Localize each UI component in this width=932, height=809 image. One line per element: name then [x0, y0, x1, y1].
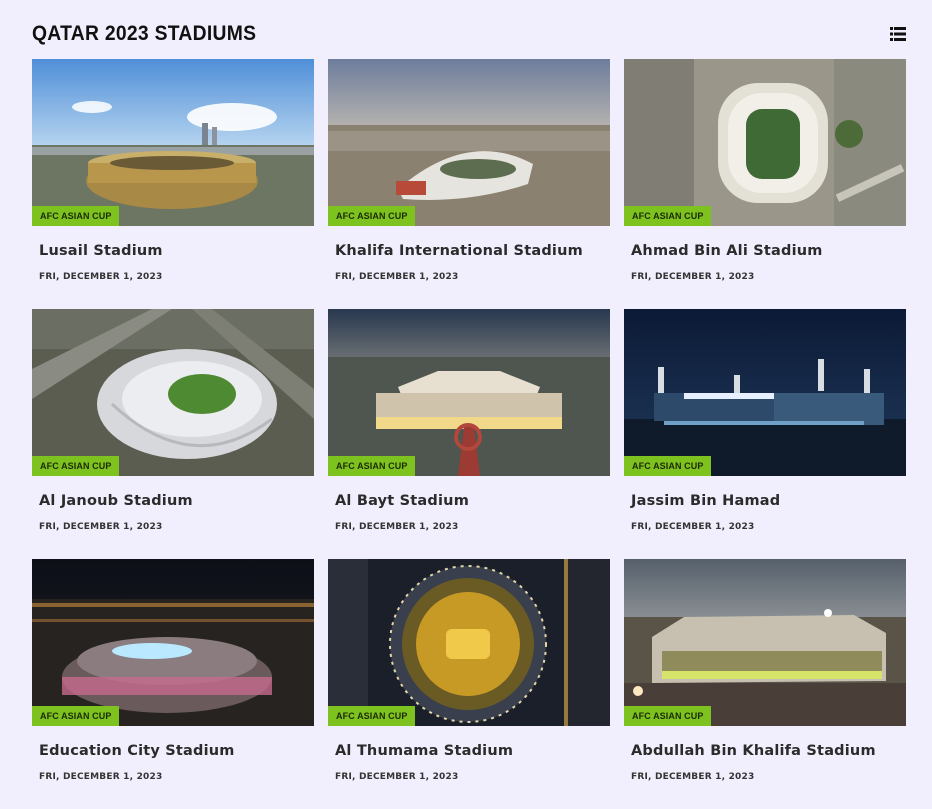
post-date: FRI, DECEMBER 1, 2023	[39, 272, 163, 282]
stadium-card[interactable]: AFC ASIAN CUP Education City Stadium FRI…	[32, 559, 314, 809]
category-tag[interactable]: AFC ASIAN CUP	[32, 206, 120, 226]
stadium-name[interactable]: Al Bayt Stadium	[335, 493, 610, 509]
page-title: QATAR 2023 STADIUMS	[32, 22, 257, 45]
stadium-name[interactable]: Abdullah Bin Khalifa Stadium	[631, 743, 906, 759]
post-date: FRI, DECEMBER 1, 2023	[39, 522, 163, 532]
post-date: FRI, DECEMBER 1, 2023	[335, 272, 459, 282]
list-view-icon[interactable]	[890, 27, 906, 41]
stadium-card[interactable]: AFC ASIAN CUP Lusail Stadium FRI, DECEMB…	[32, 59, 314, 309]
stadium-card[interactable]: AFC ASIAN CUP Khalifa International Stad…	[328, 59, 610, 309]
stadium-card[interactable]: AFC ASIAN CUP Jassim Bin Hamad FRI, DECE…	[624, 309, 906, 559]
category-tag[interactable]: AFC ASIAN CUP	[328, 206, 416, 226]
stadium-card[interactable]: AFC ASIAN CUP Abdullah Bin Khalifa Stadi…	[624, 559, 906, 809]
post-date: FRI, DECEMBER 1, 2023	[39, 772, 163, 782]
stadium-photo	[624, 309, 906, 476]
stadium-name[interactable]: Ahmad Bin Ali Stadium	[631, 243, 906, 259]
category-tag[interactable]: AFC ASIAN CUP	[328, 456, 416, 476]
post-date: FRI, DECEMBER 1, 2023	[335, 522, 459, 532]
stadium-name[interactable]: Al Thumama Stadium	[335, 743, 610, 759]
post-date: FRI, DECEMBER 1, 2023	[631, 522, 755, 532]
page-header: QATAR 2023 STADIUMS	[32, 20, 906, 48]
stadium-photo	[624, 59, 906, 226]
category-tag[interactable]: AFC ASIAN CUP	[624, 456, 712, 476]
category-tag[interactable]: AFC ASIAN CUP	[624, 706, 712, 726]
post-date: FRI, DECEMBER 1, 2023	[631, 772, 755, 782]
stadium-card[interactable]: AFC ASIAN CUP Al Janoub Stadium FRI, DEC…	[32, 309, 314, 559]
stadium-card[interactable]: AFC ASIAN CUP Al Thumama Stadium FRI, DE…	[328, 559, 610, 809]
stadium-name[interactable]: Jassim Bin Hamad	[631, 493, 906, 509]
stadium-thumbnail[interactable]: AFC ASIAN CUP	[32, 59, 314, 226]
stadium-thumbnail[interactable]: AFC ASIAN CUP	[624, 59, 906, 226]
post-date: FRI, DECEMBER 1, 2023	[335, 772, 459, 782]
stadium-name[interactable]: Khalifa International Stadium	[335, 243, 610, 259]
stadium-photo	[328, 559, 610, 726]
stadium-grid: AFC ASIAN CUP Lusail Stadium FRI, DECEMB…	[32, 59, 906, 809]
stadium-photo	[32, 559, 314, 726]
category-tag[interactable]: AFC ASIAN CUP	[624, 206, 712, 226]
stadium-card[interactable]: AFC ASIAN CUP Ahmad Bin Ali Stadium FRI,…	[624, 59, 906, 309]
stadium-photo	[32, 309, 314, 476]
stadium-name[interactable]: Lusail Stadium	[39, 243, 314, 259]
stadium-thumbnail[interactable]: AFC ASIAN CUP	[328, 309, 610, 476]
stadium-photo	[32, 59, 314, 226]
stadium-photo	[328, 59, 610, 226]
stadium-name[interactable]: Al Janoub Stadium	[39, 493, 314, 509]
stadium-card[interactable]: AFC ASIAN CUP Al Bayt Stadium FRI, DECEM…	[328, 309, 610, 559]
stadium-thumbnail[interactable]: AFC ASIAN CUP	[32, 559, 314, 726]
stadium-photo	[328, 309, 610, 476]
stadium-thumbnail[interactable]: AFC ASIAN CUP	[328, 59, 610, 226]
category-tag[interactable]: AFC ASIAN CUP	[32, 706, 120, 726]
stadium-thumbnail[interactable]: AFC ASIAN CUP	[32, 309, 314, 476]
stadium-thumbnail[interactable]: AFC ASIAN CUP	[624, 309, 906, 476]
stadium-thumbnail[interactable]: AFC ASIAN CUP	[624, 559, 906, 726]
stadium-thumbnail[interactable]: AFC ASIAN CUP	[328, 559, 610, 726]
stadium-photo	[624, 559, 906, 726]
stadium-name[interactable]: Education City Stadium	[39, 743, 314, 759]
post-date: FRI, DECEMBER 1, 2023	[631, 272, 755, 282]
category-tag[interactable]: AFC ASIAN CUP	[328, 706, 416, 726]
category-tag[interactable]: AFC ASIAN CUP	[32, 456, 120, 476]
